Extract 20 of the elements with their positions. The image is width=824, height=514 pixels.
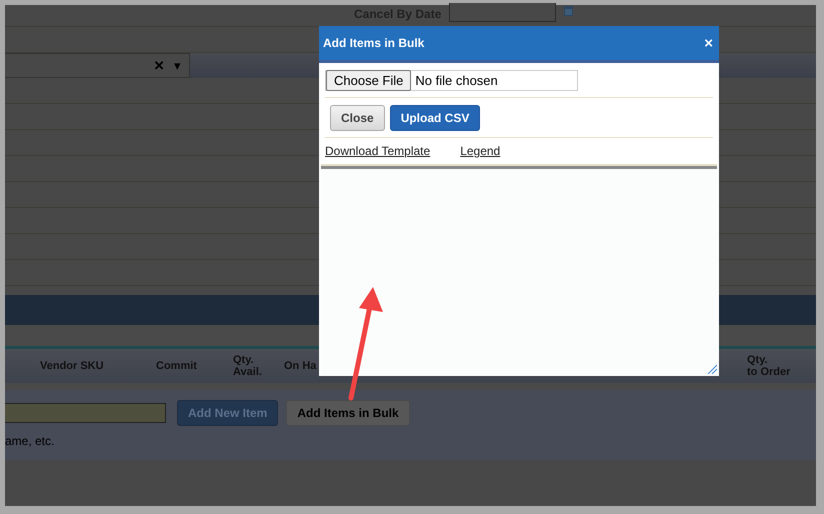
- column-header: On Ha: [284, 360, 316, 372]
- bulk-button[interactable]: Add Items in Bulk: [286, 400, 410, 426]
- column-header: Commit: [156, 360, 197, 372]
- calendar-icon[interactable]: [564, 6, 574, 16]
- close-button[interactable]: Close: [330, 104, 385, 130]
- upload-button[interactable]: Upload CSV: [390, 104, 480, 130]
- column-header: Qty. Avail.: [233, 354, 262, 378]
- link[interactable]: Legend: [460, 144, 500, 158]
- column-header: Vendor SKU: [40, 360, 104, 372]
- dialog-title: Add Items in Bulk: [323, 36, 424, 50]
- resize-handle[interactable]: [707, 364, 717, 374]
- item-search-field[interactable]: [5, 403, 166, 423]
- file-input[interactable]: Choose File No file chosen: [325, 70, 578, 90]
- column-header: Qty. to Order: [747, 354, 790, 378]
- close-icon[interactable]: ×: [704, 34, 713, 52]
- link[interactable]: Download Template: [325, 144, 430, 158]
- choose-file-button[interactable]: Choose File: [326, 70, 412, 90]
- file-status: No file chosen: [415, 72, 498, 88]
- hint-text: ame, etc.: [5, 434, 56, 448]
- date-field[interactable]: [449, 3, 556, 22]
